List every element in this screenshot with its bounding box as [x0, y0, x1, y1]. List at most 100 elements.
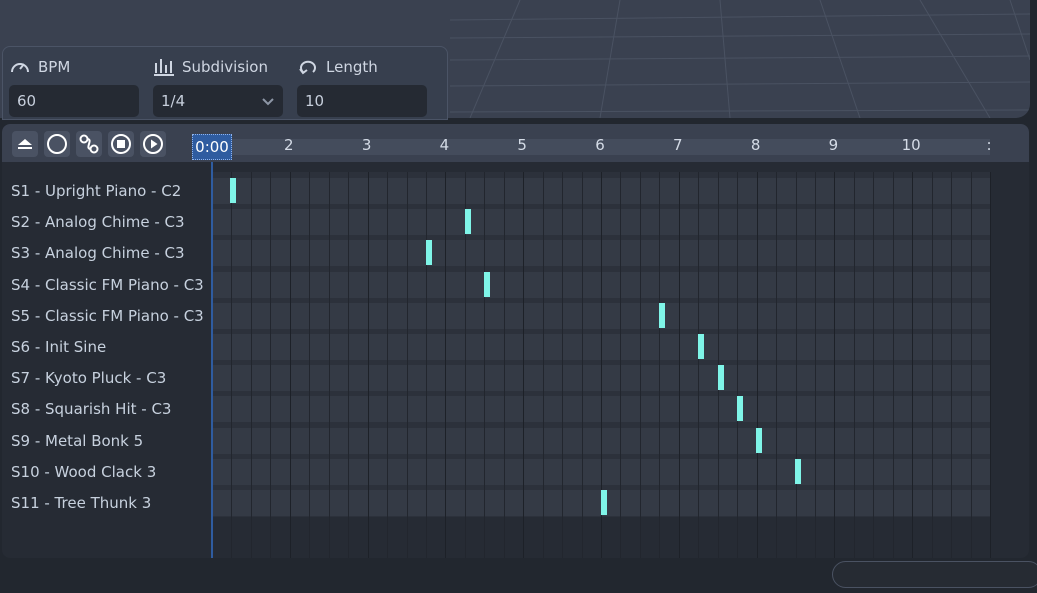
track-label[interactable]: S2 - Analog Chime - C3	[11, 211, 212, 233]
track-label[interactable]: S3 - Analog Chime - C3	[11, 242, 212, 264]
grid-line	[367, 172, 369, 558]
grid-line	[678, 172, 680, 558]
link-icon	[79, 134, 99, 154]
note-grid[interactable]	[212, 172, 991, 558]
grid-line	[931, 172, 933, 558]
grid-line	[698, 172, 700, 558]
grid-line	[620, 172, 622, 558]
current-time-display: 0:00	[192, 134, 232, 160]
length-input[interactable]: 10	[297, 85, 427, 117]
bpm-label: BPM	[9, 55, 70, 79]
bpm-input[interactable]: 60	[9, 85, 139, 117]
grid-line	[328, 172, 330, 558]
track-label[interactable]: S6 - Init Sine	[11, 336, 212, 358]
subdivision-value: 1/4	[161, 92, 186, 110]
track-label[interactable]: S5 - Classic FM Piano - C3	[11, 305, 212, 327]
ruler-mark: 10	[901, 136, 921, 154]
track-label[interactable]: S9 - Metal Bonk 5	[11, 430, 212, 452]
play-icon	[143, 134, 163, 154]
gauge-icon	[11, 63, 29, 73]
note-block[interactable]	[795, 458, 802, 484]
grid-line	[873, 172, 875, 558]
sequence-settings-panel: BPM 60 Subdivision 1/4 Length 10	[2, 46, 448, 120]
record-button[interactable]	[44, 131, 70, 157]
track-label[interactable]: S7 - Kyoto Pluck - C3	[11, 367, 212, 389]
sequencer-panel: 2 3 4 5 6 7 8 9 10: 0:00 S1 - Upright Piano - C2…	[2, 124, 1029, 558]
grid-line	[892, 172, 894, 558]
track-label[interactable]: S1 - Upright Piano - C2	[11, 180, 212, 202]
note-block[interactable]	[659, 302, 666, 328]
length-field: Length 10	[297, 55, 427, 117]
length-label-text: Length	[326, 58, 378, 76]
grid-line	[639, 172, 641, 558]
grid-line	[795, 172, 797, 558]
grid-line	[348, 172, 350, 558]
grid-line	[484, 172, 486, 558]
length-label: Length	[297, 55, 378, 79]
grid-line	[562, 172, 564, 558]
note-block[interactable]	[600, 490, 607, 515]
grid-line	[406, 172, 408, 558]
bar-chart-icon	[154, 59, 174, 76]
ruler-mark: 9	[828, 136, 839, 154]
track-label[interactable]: S11 - Tree Thunk 3	[11, 492, 212, 514]
grid-line	[659, 172, 661, 558]
subdivision-label-text: Subdivision	[182, 58, 268, 76]
chevron-down-icon	[262, 98, 274, 106]
horizontal-scrollbar[interactable]	[832, 561, 1037, 588]
grid-line	[814, 172, 816, 558]
stop-icon	[111, 134, 131, 154]
note-block[interactable]	[425, 240, 432, 266]
grid-line	[289, 172, 291, 558]
grid-line	[834, 172, 836, 558]
grid-line	[776, 172, 778, 558]
grid-line	[990, 172, 991, 558]
stop-button[interactable]	[108, 131, 134, 157]
subdivision-label: Subdivision	[153, 55, 268, 79]
grid-line	[231, 172, 233, 558]
subdivision-field: Subdivision 1/4	[153, 55, 283, 117]
ruler-mark: 8	[750, 136, 761, 154]
record-icon	[47, 134, 67, 154]
note-block[interactable]	[484, 271, 491, 297]
grid-line	[737, 172, 739, 558]
grid-line	[270, 172, 272, 558]
grid-line	[951, 172, 953, 558]
ruler-mark: :	[986, 136, 992, 154]
note-block[interactable]	[756, 427, 763, 453]
ruler-mark: 5	[517, 136, 527, 154]
track-label[interactable]: S8 - Squarish Hit - C3	[11, 398, 212, 420]
track-label[interactable]: S10 - Wood Clack 3	[11, 461, 212, 483]
grid-line	[425, 172, 427, 558]
note-block[interactable]	[717, 365, 724, 391]
bpm-label-text: BPM	[38, 58, 71, 76]
loop-icon	[299, 60, 316, 75]
note-block[interactable]	[698, 334, 705, 359]
bpm-field: BPM 60	[9, 55, 139, 117]
play-button[interactable]	[140, 131, 166, 157]
grid-line	[581, 172, 583, 558]
grid-line	[309, 172, 311, 558]
ruler-mark: 4	[439, 136, 450, 154]
link-button[interactable]	[76, 131, 102, 157]
track-label[interactable]: S4 - Classic FM Piano - C3	[11, 274, 212, 296]
note-block[interactable]	[737, 396, 744, 422]
subdivision-select[interactable]: 1/4	[153, 85, 283, 117]
grid-line	[756, 172, 758, 558]
note-block[interactable]	[464, 209, 471, 235]
eject-icon	[18, 139, 32, 149]
grid-line	[250, 172, 252, 558]
grid-line	[853, 172, 855, 558]
grid-line	[445, 172, 447, 558]
ruler-mark: 3	[361, 136, 372, 154]
grid-line	[542, 172, 544, 558]
ruler-mark: 2	[284, 136, 294, 154]
note-block[interactable]	[229, 178, 236, 203]
grid-line	[503, 172, 505, 558]
eject-button[interactable]	[12, 131, 38, 157]
grid-line	[912, 172, 914, 558]
transport-toolbar: 2 3 4 5 6 7 8 9 10: 0:00	[2, 124, 1029, 162]
grid-line	[523, 172, 525, 558]
ruler-mark: 6	[595, 136, 605, 154]
playhead[interactable]	[211, 162, 213, 558]
